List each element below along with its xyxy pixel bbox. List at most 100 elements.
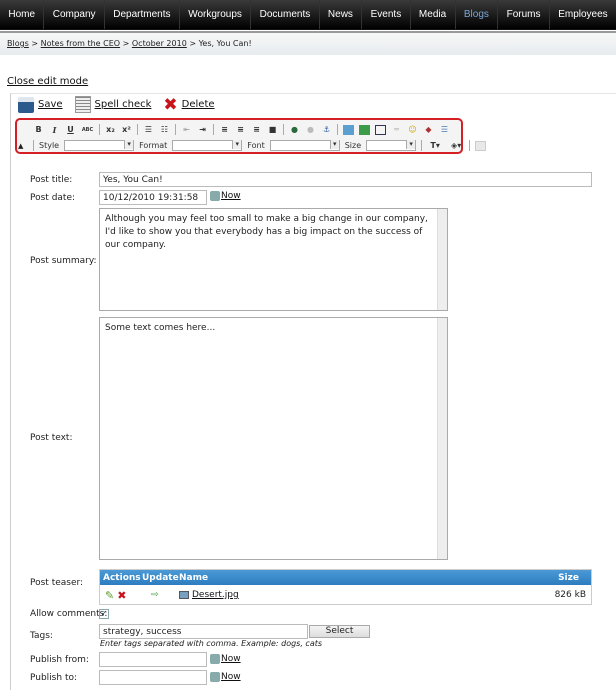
post-summary-label: Post summary:: [30, 256, 97, 266]
text-scrollbar[interactable]: [437, 318, 447, 559]
tags-label: Tags:: [30, 631, 53, 641]
unlink-icon[interactable]: ●: [305, 125, 316, 135]
nav-home[interactable]: Home: [0, 0, 45, 29]
publish-to-now-button[interactable]: Now: [210, 672, 241, 682]
underline-button[interactable]: U: [65, 125, 76, 135]
post-date-label: Post date:: [30, 193, 76, 203]
format-select[interactable]: [172, 140, 243, 151]
nav-forums[interactable]: Forums: [498, 0, 550, 29]
post-date-input[interactable]: [99, 190, 207, 205]
nav-company[interactable]: Company: [44, 0, 105, 29]
publish-from-input[interactable]: [99, 652, 207, 667]
text-color-icon[interactable]: T▾: [427, 141, 443, 151]
insert-media-icon[interactable]: [359, 124, 370, 135]
nav-events[interactable]: Events: [362, 0, 411, 29]
bold-button[interactable]: B: [33, 125, 44, 135]
format-label: Format: [139, 141, 168, 150]
edit-pencil-icon[interactable]: ✎: [105, 589, 114, 602]
style-select[interactable]: [64, 140, 135, 151]
spell-check-label: Spell check: [94, 99, 152, 110]
page-break-icon[interactable]: ☰: [439, 125, 450, 135]
source-icon[interactable]: [475, 140, 487, 151]
font-label: Font: [247, 141, 265, 150]
table-icon[interactable]: [375, 124, 386, 135]
teaser-row: ✎ ✖ ⇨ Desert.jpg 826 kB: [100, 585, 591, 605]
post-text-textarea[interactable]: Some text comes here...: [99, 317, 448, 560]
image-file-icon: [179, 591, 189, 599]
background-color-icon[interactable]: ◈▾: [448, 141, 464, 151]
link-icon[interactable]: ●: [289, 125, 300, 135]
toolbar-row-2: Style Format Font Size T▾ ◈▾: [33, 140, 487, 151]
outdent-icon[interactable]: ⇤: [181, 125, 192, 135]
delete-x-icon[interactable]: ✖: [117, 589, 126, 602]
tags-hint: Enter tags separated with comma. Example…: [100, 639, 323, 648]
size-select[interactable]: [366, 140, 417, 151]
widget-icon[interactable]: ◆: [423, 125, 434, 135]
now-link: Now: [221, 654, 241, 664]
teaser-header: Actions Update Name Size: [100, 570, 591, 585]
top-nav: Home Company Departments Workgroups Docu…: [0, 0, 616, 30]
divider: [99, 124, 100, 135]
delete-button[interactable]: ✖ Delete: [163, 96, 214, 113]
publish-to-label: Publish to:: [30, 673, 78, 683]
summary-scrollbar[interactable]: [437, 209, 447, 310]
save-button[interactable]: Save: [18, 96, 63, 113]
spell-check-icon: [74, 96, 91, 113]
divider: [337, 124, 338, 135]
allow-comments-checkbox[interactable]: ✓: [99, 609, 109, 619]
publish-from-now-button[interactable]: Now: [210, 654, 241, 664]
indent-icon[interactable]: ⇥: [197, 125, 208, 135]
col-size: Size: [558, 572, 579, 583]
anchor-icon[interactable]: ⚓: [321, 125, 332, 135]
crumb-sep: >: [189, 39, 197, 48]
nav-news[interactable]: News: [320, 0, 363, 29]
post-title-input[interactable]: [99, 172, 592, 187]
numbered-list-icon[interactable]: ☰: [143, 125, 154, 135]
style-label: Style: [39, 141, 60, 150]
nav-documents[interactable]: Documents: [251, 0, 320, 29]
crumb-october[interactable]: October 2010: [132, 39, 187, 48]
crumb-current: Yes, You Can!: [198, 39, 252, 48]
crumb-sep: >: [31, 39, 39, 48]
col-name: Name: [179, 572, 209, 583]
tags-input[interactable]: [99, 624, 308, 639]
post-summary-textarea[interactable]: Although you may feel too small to make …: [99, 208, 448, 311]
teaser-file-size: 826 kB: [554, 590, 586, 600]
nav-media[interactable]: Media: [411, 0, 456, 29]
nav-employees[interactable]: Employees: [550, 0, 616, 29]
publish-from-label: Publish from:: [30, 655, 89, 665]
subscript-button[interactable]: x₂: [105, 125, 116, 135]
bullet-list-icon[interactable]: ☷: [159, 125, 170, 135]
divider: [469, 140, 471, 151]
toolbar-row-1: B I U ABC x₂ x² ☰ ☷ ⇤ ⇥ ≡ ≡ ≡ ■ ● ● ⚓ ═ …: [33, 124, 450, 135]
nav-blogs[interactable]: Blogs: [456, 0, 499, 29]
allow-comments-label: Allow comments:: [30, 609, 108, 619]
horizontal-rule-icon[interactable]: ═: [391, 125, 402, 135]
update-file-icon[interactable]: ⇨: [142, 590, 179, 600]
calendar-icon: [210, 191, 220, 201]
align-center-icon[interactable]: ≡: [235, 125, 246, 135]
image-icon[interactable]: [343, 124, 354, 135]
align-left-icon[interactable]: ≡: [219, 125, 230, 135]
divider: [283, 124, 284, 135]
close-edit-mode-link[interactable]: Close edit mode: [7, 76, 88, 87]
select-tags-button[interactable]: Select: [309, 625, 370, 638]
superscript-button[interactable]: x²: [121, 125, 132, 135]
collapse-toolbar-icon[interactable]: ▲: [18, 142, 23, 150]
crumb-notes[interactable]: Notes from the CEO: [41, 39, 120, 48]
post-date-now-button[interactable]: Now: [210, 191, 241, 201]
spell-check-button[interactable]: Spell check: [74, 96, 152, 113]
publish-to-input[interactable]: [99, 670, 207, 685]
calendar-icon: [210, 672, 220, 682]
smiley-icon[interactable]: ☺: [407, 125, 418, 135]
nav-departments[interactable]: Departments: [105, 0, 180, 29]
crumb-blogs[interactable]: Blogs: [7, 39, 29, 48]
strikethrough-button[interactable]: ABC: [81, 125, 94, 135]
teaser-file-link[interactable]: Desert.jpg: [192, 590, 239, 600]
font-select[interactable]: [269, 140, 340, 151]
align-justify-icon[interactable]: ■: [267, 125, 278, 135]
align-right-icon[interactable]: ≡: [251, 125, 262, 135]
italic-button[interactable]: I: [49, 125, 60, 135]
breadcrumb: Blogs > Notes from the CEO > October 201…: [0, 31, 616, 55]
nav-workgroups[interactable]: Workgroups: [180, 0, 252, 29]
